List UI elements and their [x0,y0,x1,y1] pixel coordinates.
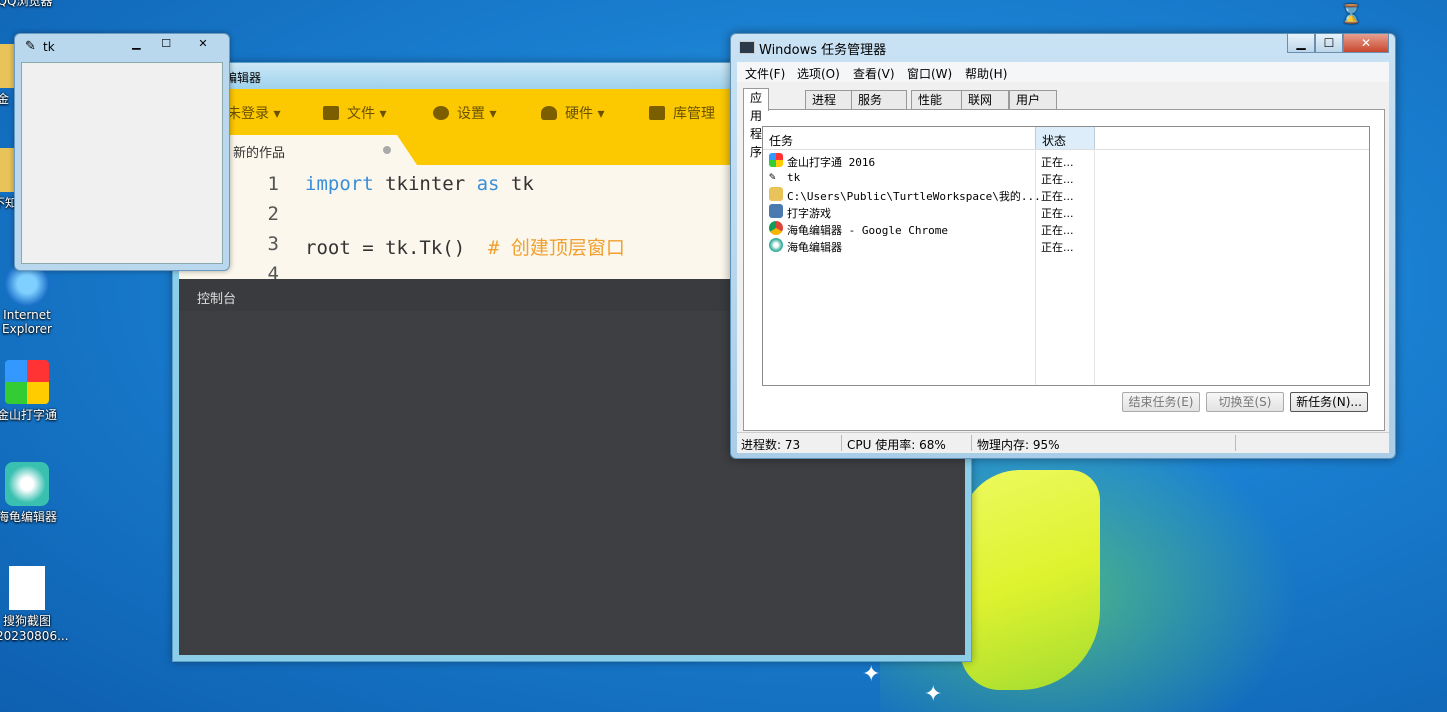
column-status[interactable]: 状态 [1035,127,1095,149]
feather-icon: ✎ [25,39,36,54]
table-row[interactable]: 打字游戏 正在... [767,203,1367,220]
maximize-button[interactable]: ☐ [1315,34,1343,53]
wallpaper-sparkle: ✦ [924,682,943,707]
desktop-icon-jinshan-typing[interactable]: 金山打字通 [0,360,58,423]
status-divider [841,435,842,451]
tab-new-work[interactable]: 新的作品 [217,135,417,165]
desktop-icon-sogou-screenshot[interactable]: 搜狗截图 20230806... [0,566,69,643]
file-menu[interactable]: 文件 ▾ [323,103,386,123]
applications-panel: 任务 状态 金山打字通 2016 正在... ✎ tk 正在... C:\Use… [743,109,1385,431]
task-list[interactable]: 任务 状态 金山打字通 2016 正在... ✎ tk 正在... C:\Use… [762,126,1370,386]
gear-icon [433,106,449,120]
table-row[interactable]: ✎ tk 正在... [767,169,1367,186]
tk-title-bar[interactable]: ✎ tk ▁ ☐ ✕ [15,34,229,60]
task-manager-body: 文件(F) 选项(O) 查看(V) 窗口(W) 帮助(H) 应用程序 进程 服务… [737,62,1389,453]
code-line: import tkinter as tk [305,173,534,195]
table-row[interactable]: 海龟编辑器 - Google Chrome 正在... [767,220,1367,237]
menu-help[interactable]: 帮助(H) [965,65,1007,82]
desktop-icon-label: QQ浏览器 [0,0,53,8]
jinshan-typing-icon [5,360,49,404]
hardware-icon [541,106,557,120]
switch-to-button[interactable]: 切换至(S) [1206,392,1284,412]
menu-view[interactable]: 查看(V) [853,65,895,82]
desktop-icon-label: Internet Explorer [2,308,52,336]
turtle-editor-icon [769,238,783,252]
table-row[interactable]: 海龟编辑器 正在... [767,237,1367,254]
task-manager-icon [739,41,755,54]
folder-icon [769,187,783,201]
editor-window-title: 编辑器 [225,71,262,85]
turtle-editor-icon [5,462,49,506]
line-number: 3 [267,233,279,255]
tab-applications[interactable]: 应用程序 [743,88,770,159]
close-button[interactable]: ✕ [1343,34,1389,53]
line-number: 1 [267,173,279,195]
table-row[interactable]: C:\Users\Public\TurtleWorkspace\我的... 正在… [767,186,1367,203]
end-task-button[interactable]: 结束任务(E) [1122,392,1200,412]
desktop-icon-internet-explorer[interactable]: Internet Explorer [0,262,58,336]
maximize-button[interactable]: ☐ [153,36,179,52]
busy-cursor-icon: ⌛ [1340,4,1363,25]
library-menu[interactable]: 库管理 [649,103,715,123]
memory-usage: 物理内存: 95% [977,438,1060,452]
desktop-icon-label: 搜狗截图 20230806... [0,614,69,643]
table-row[interactable]: 金山打字通 2016 正在... [767,152,1367,169]
desktop-icon-qq-browser[interactable]: QQ浏览器 [0,0,56,9]
feather-icon: ✎ [769,170,776,183]
task-manager-title: Windows 任务管理器 [759,43,887,58]
unsaved-dot-icon [383,146,391,154]
tk-canvas[interactable] [21,62,223,264]
line-number: 4 [267,263,279,279]
wallpaper-sparkle: ✦ [862,662,881,687]
tab-services[interactable]: 服务 [851,90,907,109]
settings-menu[interactable]: 设置 ▾ [433,103,496,123]
task-manager-title-bar[interactable]: Windows 任务管理器 ▁ ☐ ✕ [731,34,1395,60]
desktop-icon-turtle-editor[interactable]: 海龟编辑器 [0,462,58,525]
wallpaper-shape [960,470,1100,690]
tab-performance[interactable]: 性能 [911,90,963,109]
chrome-icon [769,221,783,235]
tk-window-controls: ▁ ☐ ✕ [123,36,223,52]
login-menu[interactable]: 未登录 ▾ [227,103,280,123]
column-task[interactable]: 任务 [769,132,793,149]
process-count: 进程数: 73 [741,438,801,452]
tk-window: ✎ tk ▁ ☐ ✕ [14,33,230,271]
hardware-menu[interactable]: 硬件 ▾ [541,103,604,123]
minimize-button[interactable]: ▁ [1287,34,1315,53]
line-number: 2 [267,203,279,225]
task-list-header: 任务 状态 [763,127,1369,150]
menu-file[interactable]: 文件(F) [745,65,785,82]
menu-options[interactable]: 选项(O) [797,65,840,82]
task-manager-window: Windows 任务管理器 ▁ ☐ ✕ 文件(F) 选项(O) 查看(V) 窗口(W… [730,33,1396,459]
status-divider [971,435,972,451]
desktop-icon-label: 海龟编辑器 [0,510,57,524]
tk-window-title: tk [43,40,55,54]
desktop-icon-label: 金山打字通 [0,408,57,422]
tab-users[interactable]: 用户 [1009,90,1057,109]
task-manager-window-controls: ▁ ☐ ✕ [1287,34,1389,53]
code-line: root = tk.Tk() # 创建顶层窗口 [305,237,625,259]
inbox-icon [649,106,665,120]
typing-game-icon [769,204,783,218]
jinshan-typing-icon [769,153,783,167]
tab-networking[interactable]: 联网 [961,90,1009,109]
minimize-button[interactable]: ▁ [123,36,149,52]
status-bar: 进程数: 73 CPU 使用率: 68% 物理内存: 95% [737,432,1389,453]
status-divider [1235,435,1236,451]
folder-icon [323,106,339,120]
console-label: 控制台 [197,292,237,307]
new-task-button[interactable]: 新任务(N)... [1290,392,1368,412]
close-button[interactable]: ✕ [183,36,223,52]
document-icon [9,566,45,610]
tab-processes[interactable]: 进程 [805,90,853,109]
cpu-usage: CPU 使用率: 68% [847,438,946,452]
menu-bar: 文件(F) 选项(O) 查看(V) 窗口(W) 帮助(H) [737,62,1389,82]
menu-window[interactable]: 窗口(W) [907,65,952,82]
